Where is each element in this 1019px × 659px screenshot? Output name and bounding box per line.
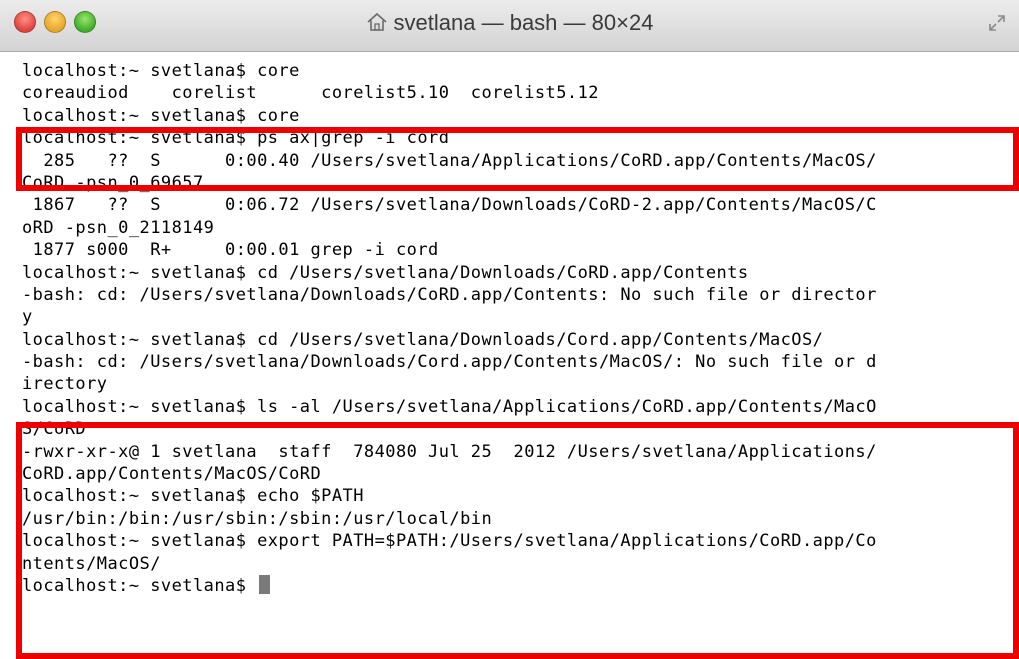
terminal-line: y — [22, 307, 33, 328]
terminal-line: 1877 s000 R+ 0:00.01 grep -i cord — [22, 240, 439, 261]
fullscreen-icon[interactable] — [987, 13, 1007, 33]
terminal-line: ntents/MacOS/ — [22, 553, 161, 574]
text-cursor — [259, 574, 271, 594]
terminal-line: localhost:~ svetlana$ cd /Users/svetlana… — [22, 329, 824, 350]
terminal-line: CoRD -psn_0_69657 — [22, 172, 204, 193]
window-title: svetlana — bash — 80×24 — [393, 10, 654, 35]
terminal-window: svetlana — bash — 80×24 localhost:~ svet… — [0, 0, 1019, 659]
terminal-line: -bash: cd: /Users/svetlana/Downloads/CoR… — [22, 284, 877, 305]
terminal-line: irectory — [22, 374, 108, 395]
terminal-line: coreaudiod corelist corelist5.10 corelis… — [22, 83, 599, 104]
terminal-line: localhost:~ svetlana$ export PATH=$PATH:… — [22, 531, 877, 552]
terminal-line: 285 ?? S 0:00.40 /Users/svetlana/Applica… — [22, 150, 877, 171]
terminal-line: -rwxr-xr-x@ 1 svetlana staff 784080 Jul … — [22, 441, 877, 462]
terminal-line: S/CoRD — [22, 419, 87, 440]
terminal-line: -bash: cd: /Users/svetlana/Downloads/Cor… — [22, 352, 877, 373]
terminal-line: oRD -psn_0_2118149 — [22, 217, 215, 238]
terminal-output[interactable]: localhost:~ svetlana$ core coreaudiod co… — [0, 52, 1019, 659]
terminal-line: 1867 ?? S 0:06.72 /Users/svetlana/Downlo… — [22, 195, 877, 216]
title-bar[interactable]: svetlana — bash — 80×24 — [0, 0, 1019, 52]
terminal-line: localhost:~ svetlana$ ps ax|grep -i cord — [22, 128, 450, 149]
window-title-group: svetlana — bash — 80×24 — [0, 10, 1019, 36]
home-icon — [367, 12, 387, 31]
terminal-line: /usr/bin:/bin:/usr/sbin:/sbin:/usr/local… — [22, 508, 493, 529]
terminal-line: localhost:~ svetlana$ echo $PATH — [22, 486, 364, 507]
terminal-prompt-line[interactable]: localhost:~ svetlana$ — [22, 574, 1019, 597]
terminal-prompt: localhost:~ svetlana$ — [22, 575, 258, 596]
terminal-line: localhost:~ svetlana$ ls -al /Users/svet… — [22, 396, 877, 417]
terminal-line: localhost:~ svetlana$ core — [22, 105, 300, 126]
terminal-line: localhost:~ svetlana$ cd /Users/svetlana… — [22, 262, 749, 283]
terminal-line: localhost:~ svetlana$ core — [22, 61, 300, 81]
terminal-line: CoRD.app/Contents/MacOS/CoRD — [22, 464, 322, 485]
